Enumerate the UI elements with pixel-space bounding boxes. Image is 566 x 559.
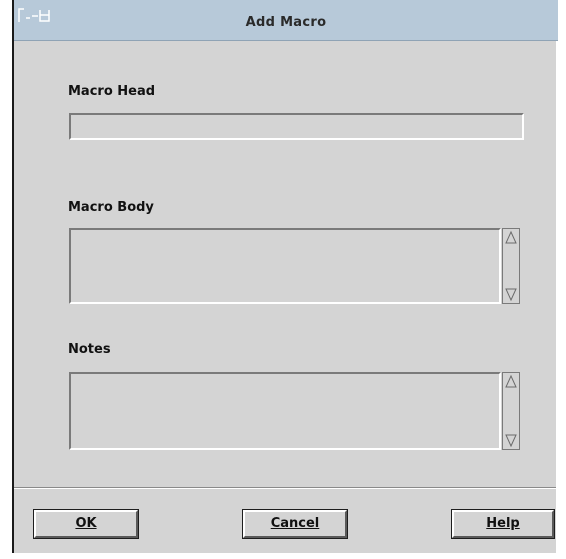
title-bar[interactable]: Add Macro (14, 0, 558, 41)
scroll-up-icon[interactable] (504, 374, 518, 390)
macro-body-label: Macro Body (68, 200, 154, 215)
button-area-separator (14, 487, 556, 489)
help-button[interactable]: Help (451, 509, 555, 539)
macro-body-scrollbar[interactable] (502, 228, 520, 304)
macro-head-input[interactable] (69, 113, 524, 140)
notes-scrollbar[interactable] (502, 372, 520, 450)
ok-button[interactable]: OK (33, 509, 139, 539)
scroll-down-icon[interactable] (504, 286, 518, 302)
notes-textarea[interactable] (69, 372, 501, 450)
scroll-up-icon[interactable] (504, 230, 518, 246)
window-title: Add Macro (245, 15, 327, 30)
notes-label: Notes (68, 342, 111, 357)
cancel-button[interactable]: Cancel (242, 509, 348, 539)
macro-body-textarea[interactable] (69, 228, 501, 304)
scroll-down-icon[interactable] (504, 432, 518, 448)
add-macro-dialog: Add Macro Macro Head Macro Body Notes OK… (12, 0, 558, 553)
macro-head-label: Macro Head (68, 84, 156, 99)
